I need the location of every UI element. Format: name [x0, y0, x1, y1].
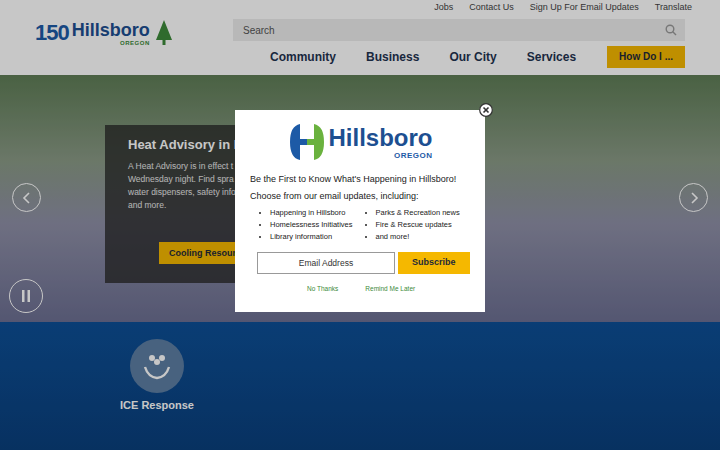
topic-item: Happening in Hillsboro: [270, 207, 366, 219]
remind-later-link[interactable]: Remind Me Later: [365, 285, 415, 292]
modal-links: No Thanks Remind Me Later: [250, 285, 471, 292]
modal-heading: Be the First to Know What's Happening in…: [250, 174, 471, 184]
subscribe-button[interactable]: Subscribe: [398, 252, 470, 274]
close-button[interactable]: [479, 103, 493, 121]
topic-item: Library information: [270, 231, 366, 243]
topic-item: and more!: [376, 231, 472, 243]
modal-logo-region: OREGON: [394, 151, 433, 160]
modal-logo: Hillsboro OREGON: [250, 122, 471, 162]
email-input[interactable]: Email Address: [257, 252, 395, 274]
topic-list: Happening in HillsboroHomelessness Initi…: [250, 207, 471, 243]
page: 150 Hillsboro OREGON JobsContact UsSign …: [0, 0, 720, 450]
modal-intro: Choose from our email updates, including…: [250, 191, 471, 201]
close-icon: [479, 103, 493, 117]
no-thanks-link[interactable]: No Thanks: [307, 285, 338, 292]
signup-form: Email Address Subscribe: [250, 252, 471, 274]
modal-logo-name: Hillsboro: [328, 125, 432, 151]
topic-item: Fire & Rescue updates: [376, 219, 472, 231]
topic-item: Homelessness Initiatives: [270, 219, 366, 231]
topic-item: Parks & Recreation news: [376, 207, 472, 219]
modal-logo-words: Hillsboro OREGON: [328, 125, 432, 160]
email-signup-modal: Hillsboro OREGON Be the First to Know Wh…: [235, 110, 485, 312]
hillsboro-mark-icon: [288, 122, 326, 162]
